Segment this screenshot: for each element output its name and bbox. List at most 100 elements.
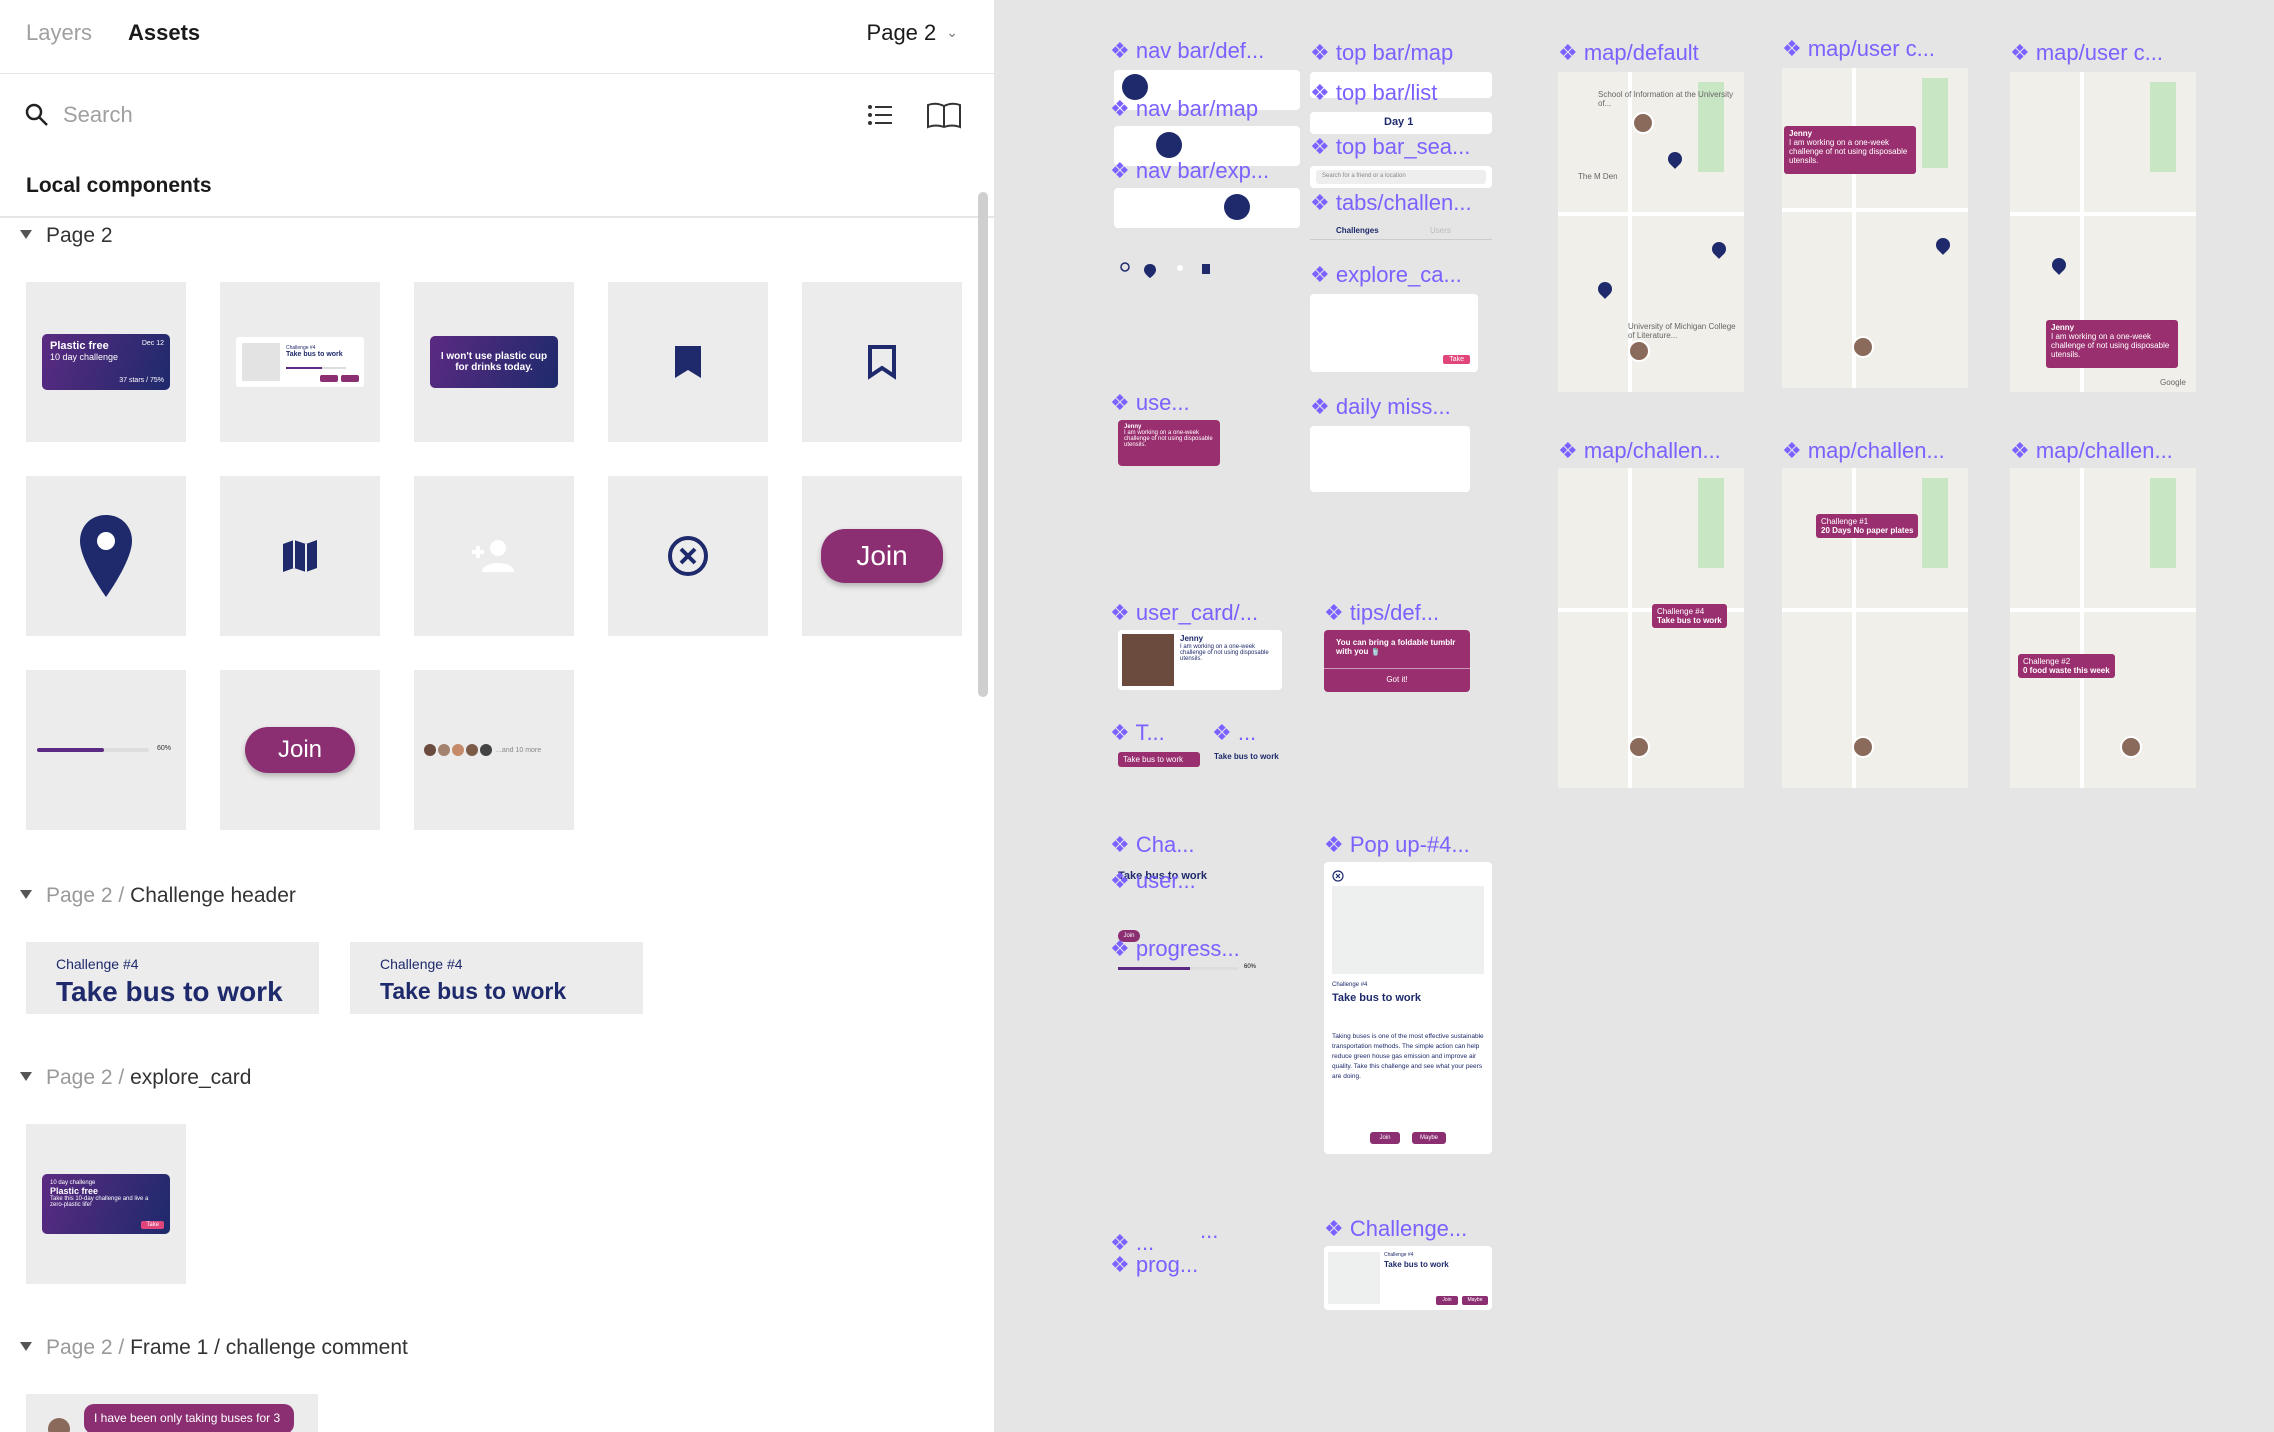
component-label[interactable]: ❖ map/challen... [2010,438,2173,464]
component-tile-add-user[interactable] [414,476,574,636]
take-button: Take [141,1221,164,1229]
panel-scrollbar[interactable] [978,192,988,697]
group-challenge-comment[interactable]: Page 2 / Frame 1 / challenge comment [20,1336,408,1360]
component-label[interactable]: ❖ map/challen... [1558,438,1721,464]
component-tile-challenge-comment[interactable]: I have been only taking buses for 3 [26,1394,318,1432]
component-label[interactable]: ❖ daily miss... [1310,394,1451,420]
component-label[interactable]: ❖ user... [1110,868,1196,894]
progress-bar-mini[interactable]: 60% [1118,964,1266,972]
group-challenge-header[interactable]: Page 2 / Challenge header [20,884,296,908]
avatar [452,744,464,756]
component-tile-bookmark-outline[interactable] [802,282,962,442]
component-label[interactable]: ❖ T... [1110,720,1165,746]
avatar [1632,112,1654,134]
map-icon [283,540,317,572]
group-page-2[interactable]: Page 2 [20,224,113,248]
collapse-triangle-icon [20,890,32,899]
card-title: Plastic free [1318,307,1377,319]
user-bubble[interactable]: Jenny I am working on a one-week challen… [1118,420,1220,466]
component-label[interactable]: ❖ tabs/challen... [1310,190,1472,216]
component-label[interactable]: ❖ prog... [1110,1252,1198,1278]
component-tile-bookmark-filled[interactable] [608,282,768,442]
search-input[interactable] [63,98,563,132]
component-label[interactable]: ❖ progress... [1110,936,1240,962]
explore-card-preview[interactable]: 10 day challenge Plastic free Take this … [1310,294,1478,372]
component-tile-avatars[interactable]: ...and 10 more [414,670,574,830]
group-explore-card[interactable]: Page 2 / explore_card [20,1066,251,1090]
component-tile-join-button-large[interactable]: Join [802,476,962,636]
challenge-title: Take bus to work [56,976,283,1007]
map-user-card-1[interactable]: Jenny I am working on a one-week challeng… [1782,68,1968,388]
component-label[interactable]: ❖ map/user c... [2010,40,2163,66]
component-label[interactable]: ❖ map/challen... [1782,438,1945,464]
component-tile-map[interactable] [220,476,380,636]
component-challenge-header-small[interactable]: Challenge #4 Take bus to work [350,942,643,1014]
tab-assets[interactable]: Assets [128,20,200,46]
component-challenge-header-large[interactable]: Challenge #4 Take bus to work [26,942,319,1014]
join-button: Join [821,529,943,583]
list-view-icon[interactable] [866,101,894,129]
page-selector[interactable]: Page 2 ⌄ [867,20,958,46]
popup-challenge-4[interactable]: Challenge #4 Take bus to work Taking bus… [1324,862,1492,1154]
challenge-tag[interactable]: Take bus to work [1118,752,1200,767]
card-sub: 10 day challenge [50,352,119,362]
user-card[interactable]: Jenny I am working on a one-week challen… [1118,630,1282,690]
component-tile-explore-card[interactable]: 10 day challenge Plastic free Take this … [26,1124,186,1284]
library-book-icon[interactable] [926,101,962,129]
component-tile-location-pin[interactable] [26,476,186,636]
component-label[interactable]: ❖ Challenge... [1324,1216,1467,1242]
map-park [1922,78,1948,168]
component-label[interactable]: ❖ map/user c... [1782,36,1935,62]
progress-bar: 60% [37,745,175,755]
top-bar-list[interactable]: Day 1 [1310,112,1492,134]
component-label[interactable]: ❖ nav bar/def... [1110,38,1264,64]
figma-window: Layers Assets Page 2 ⌄ Local components P… [0,0,2274,1432]
tabs-challenges[interactable]: Challenges Users [1310,222,1492,240]
tips-card[interactable]: You can bring a foldable tumblr with you… [1324,630,1470,692]
popup-illustration [1332,886,1484,974]
component-tile-plastic-free-card[interactable]: Plastic free 10 day challenge Dec 12 37 … [26,282,186,442]
component-label[interactable]: ❖ user_card/... [1110,600,1258,626]
small-icon-set[interactable] [1120,262,1220,278]
component-tile-daily-mission[interactable]: I won't use plastic cup for drinks today… [414,282,574,442]
component-tile-progress-bar[interactable]: 60% [26,670,186,830]
tab-layers[interactable]: Layers [26,20,92,46]
component-label[interactable]: ❖ Pop up-#4... [1324,832,1470,858]
map-challenge-3[interactable]: Challenge #2 0 food waste this week [2010,468,2196,788]
component-label[interactable]: ❖ explore_ca... [1310,262,1462,288]
component-label[interactable]: ❖ top bar_sea... [1310,134,1470,160]
component-tile-join-button[interactable]: Join [220,670,380,830]
map-challenge-1[interactable]: Challenge #4 Take bus to work [1558,468,1744,788]
maybe-button: Maybe [1462,1296,1488,1305]
component-label[interactable]: ❖ map/default [1558,40,1699,66]
challenge-title: 20 Days No paper plates [1821,526,1914,535]
component-tile-close[interactable] [608,476,768,636]
popup-join-button: Join [1370,1132,1400,1144]
user-text: I am working on a one-week challenge of … [2051,332,2170,359]
challenge-sub: Challenge #1 [1821,517,1869,526]
map-default[interactable]: School of Information at the University … [1558,72,1744,392]
component-label[interactable]: ❖ tips/def... [1324,600,1439,626]
component-label[interactable]: ❖ top bar/list [1310,80,1437,106]
page-selector-label: Page 2 [866,20,937,45]
component-label[interactable]: ❖ use... [1110,390,1190,416]
nav-bar-explore[interactable] [1114,188,1300,228]
component-tile-challenge-card[interactable]: Challenge #4 Take bus to work [220,282,380,442]
component-label[interactable]: ❖ Cha... [1110,832,1195,858]
map-challenge-2[interactable]: Challenge #1 20 Days No paper plates [1782,468,1968,788]
component-label[interactable]: ❖ nav bar/exp... [1110,158,1269,184]
challenge-tag-plain[interactable]: Take bus to work [1214,752,1279,761]
design-canvas[interactable]: ❖ nav bar/def... ❖ nav bar/map ❖ nav bar… [994,0,2274,1432]
avatar [466,744,478,756]
daily-mission-preview[interactable]: I won't use plastic cup for drinks today… [1310,426,1470,492]
top-bar-search[interactable]: Search for a friend or a location [1310,166,1492,188]
component-label[interactable]: ... [1200,1218,1218,1244]
tips-text: You can bring a foldable tumblr with you… [1336,638,1456,656]
challenge-card-preview[interactable]: Challenge #4 Take bus to work Join Maybe [1324,1246,1492,1310]
component-label[interactable]: ❖ top bar/map [1310,40,1453,66]
group-label: explore_card [130,1066,252,1089]
component-label[interactable]: ❖ ... [1212,720,1256,746]
map-user-card-2[interactable]: Jenny I am working on a one-week challeng… [2010,72,2196,392]
plastic-free-card: Plastic free 10 day challenge Dec 12 37 … [42,334,170,390]
component-label[interactable]: ❖ nav bar/map [1110,96,1258,122]
